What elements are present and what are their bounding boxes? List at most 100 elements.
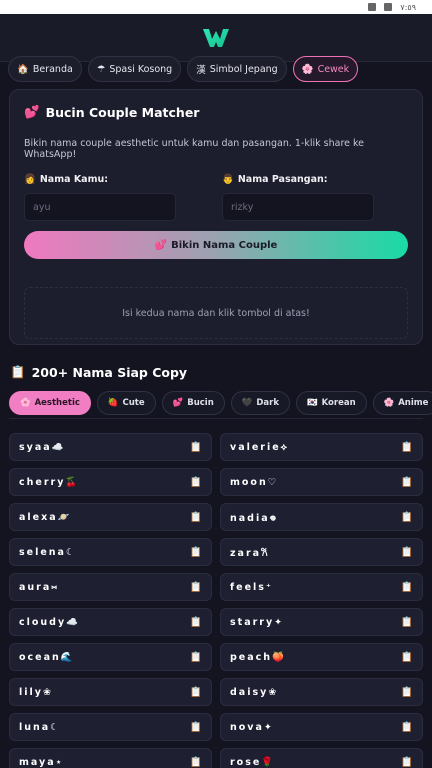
- name-text: feels⁺: [230, 581, 273, 593]
- tab-label: Simbol Jepang: [209, 63, 278, 75]
- filter-anime[interactable]: 🌸 Anime: [372, 391, 432, 415]
- name-card[interactable]: nadia𖦹 📋: [220, 503, 423, 531]
- home-icon: 🏠: [17, 63, 29, 75]
- filter-dark[interactable]: 🖤 Dark: [230, 391, 290, 415]
- name-text: alexa🪐: [19, 511, 72, 523]
- category-filters: 🌸 Aesthetic 🍓 Cute 💕 Bucin 🖤 Dark 🇰🇷 Kor…: [9, 391, 432, 415]
- copy-icon[interactable]: 📋: [190, 722, 202, 733]
- partner-name-group: 👨 Nama Pasangan:: [222, 174, 374, 221]
- copy-icon[interactable]: 📋: [190, 757, 202, 768]
- copy-icon[interactable]: 📋: [190, 442, 202, 453]
- nav-tabs: 🏠 Beranda ☂ Spasi Kosong 漢 Simbol Jepang…: [8, 56, 432, 82]
- copy-icon[interactable]: 📋: [401, 477, 413, 488]
- status-time: ٧:٥٩: [400, 2, 416, 12]
- partner-name-input[interactable]: [222, 193, 374, 221]
- filter-cute[interactable]: 🍓 Cute: [96, 391, 156, 415]
- result-text: Isi kedua nama dan klik tombol di atas!: [122, 307, 310, 319]
- name-text: daisy❀: [230, 686, 279, 698]
- copy-icon[interactable]: 📋: [401, 722, 413, 733]
- name-text: moon♡: [230, 476, 279, 488]
- name-text: cloudy☁️: [19, 616, 80, 628]
- name-text: peach🍑: [230, 651, 286, 663]
- name-card[interactable]: cherry🍒 📋: [9, 468, 212, 496]
- name-text: rose🌹: [230, 756, 276, 768]
- copy-icon[interactable]: 📋: [190, 687, 202, 698]
- name-card[interactable]: nova✦ 📋: [220, 713, 423, 741]
- image-icon: [384, 3, 393, 11]
- app-header: [0, 14, 432, 62]
- filter-aesthetic[interactable]: 🌸 Aesthetic: [9, 391, 91, 415]
- tab-beranda[interactable]: 🏠 Beranda: [8, 56, 82, 82]
- notification-icon: [368, 3, 377, 11]
- copy-icon[interactable]: 📋: [190, 477, 202, 488]
- name-card[interactable]: zara𐙚 📋: [220, 538, 423, 566]
- your-name-input[interactable]: [24, 193, 176, 221]
- copy-icon[interactable]: 📋: [401, 582, 413, 593]
- name-text: nova✦: [230, 721, 274, 733]
- filter-bucin[interactable]: 💕 Bucin: [161, 391, 225, 415]
- copy-icon[interactable]: 📋: [401, 547, 413, 558]
- copy-icon[interactable]: 📋: [190, 512, 202, 523]
- woman-icon: 👩: [24, 174, 36, 185]
- copy-icon[interactable]: 📋: [190, 582, 202, 593]
- name-card[interactable]: cloudy☁️ 📋: [9, 608, 212, 636]
- copy-icon[interactable]: 📋: [401, 442, 413, 453]
- name-card[interactable]: starry✦ 📋: [220, 608, 423, 636]
- tab-label: Spasi Kosong: [109, 63, 173, 75]
- name-card[interactable]: selena☾ 📋: [9, 538, 212, 566]
- copy-icon[interactable]: 📋: [401, 652, 413, 663]
- tab-cewek[interactable]: 🌸 Cewek: [292, 56, 359, 82]
- matcher-title: 💕 Bucin Couple Matcher: [24, 104, 200, 120]
- name-card[interactable]: luna☾ 📋: [9, 713, 212, 741]
- name-card[interactable]: valerie⟡ 📋: [220, 433, 423, 461]
- copy-icon[interactable]: 📋: [401, 687, 413, 698]
- name-text: lily❀: [19, 686, 53, 698]
- name-text: selena☾: [19, 546, 77, 558]
- kanji-icon: 漢: [196, 65, 206, 76]
- tab-simbol-jepang[interactable]: 漢 Simbol Jepang: [187, 56, 287, 82]
- filter-korean[interactable]: 🇰🇷 Korean: [296, 391, 367, 415]
- name-card[interactable]: moon♡ 📋: [220, 468, 423, 496]
- name-card[interactable]: daisy❀ 📋: [220, 678, 423, 706]
- name-card[interactable]: alexa🪐 📋: [9, 503, 212, 531]
- couple-matcher-card: 💕 Bucin Couple Matcher Bikin nama couple…: [9, 89, 423, 345]
- man-icon: 👨: [222, 174, 234, 185]
- your-name-group: 👩 Nama Kamu:: [24, 174, 176, 221]
- name-card[interactable]: feels⁺ 📋: [220, 573, 423, 601]
- status-bar: ٧:٥٩: [0, 0, 432, 14]
- w-logo-icon[interactable]: [202, 27, 230, 49]
- korea-flag-icon: 🇰🇷: [307, 398, 318, 408]
- result-box: Isi kedua nama dan klik tombol di atas!: [24, 287, 408, 339]
- name-text: aura⑅: [19, 581, 59, 593]
- name-card[interactable]: rose🌹 📋: [220, 748, 423, 768]
- name-card[interactable]: maya⋆ 📋: [9, 748, 212, 768]
- copy-icon[interactable]: 📋: [401, 757, 413, 768]
- copy-icon[interactable]: 📋: [401, 512, 413, 523]
- names-grid: syaa☁️ 📋 valerie⟡ 📋 cherry🍒 📋 moon♡ 📋 alexa🪐…: [9, 433, 423, 768]
- names-section-title: 📋 200+ Nama Siap Copy: [10, 364, 188, 380]
- name-text: nadia𖦹: [230, 512, 278, 524]
- matcher-description: Bikin nama couple aesthetic untuk kamu d…: [24, 138, 365, 160]
- hearts-icon: 💕: [24, 104, 40, 119]
- make-couple-name-button[interactable]: 💕 Bikin Nama Couple: [24, 231, 408, 259]
- partner-name-label: 👨 Nama Pasangan:: [222, 174, 328, 185]
- name-text: valerie⟡: [230, 441, 289, 453]
- copy-icon[interactable]: 📋: [190, 652, 202, 663]
- name-card[interactable]: lily❀ 📋: [9, 678, 212, 706]
- name-text: ocean🌊: [19, 651, 75, 663]
- name-text: starry✦: [230, 616, 285, 628]
- name-card[interactable]: aura⑅ 📋: [9, 573, 212, 601]
- copy-icon[interactable]: 📋: [190, 547, 202, 558]
- name-card[interactable]: syaa☁️ 📋: [9, 433, 212, 461]
- tab-label: Beranda: [32, 63, 73, 75]
- tab-spasi-kosong[interactable]: ☂ Spasi Kosong: [87, 56, 182, 82]
- clipboard-icon: 📋: [10, 364, 26, 379]
- name-card[interactable]: ocean🌊 📋: [9, 643, 212, 671]
- divider: [9, 418, 423, 419]
- copy-icon[interactable]: 📋: [190, 617, 202, 628]
- name-card[interactable]: peach🍑 📋: [220, 643, 423, 671]
- copy-icon[interactable]: 📋: [401, 617, 413, 628]
- name-text: maya⋆: [19, 756, 64, 768]
- hearts-icon: 💕: [154, 239, 168, 251]
- hearts-icon: 💕: [172, 398, 184, 408]
